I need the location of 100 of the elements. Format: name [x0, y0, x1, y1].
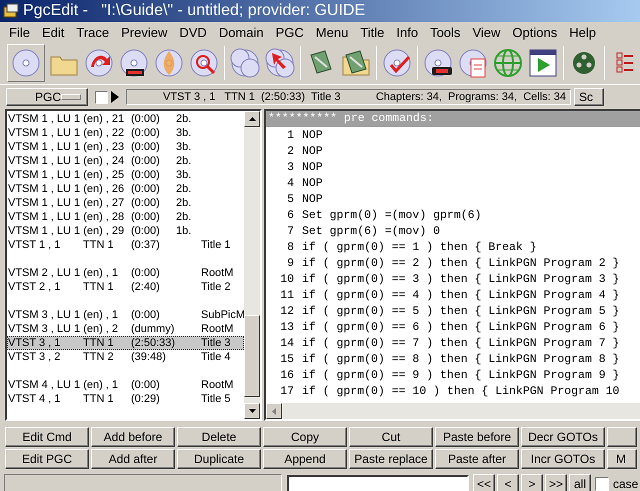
magnifier-icon[interactable]: [188, 47, 220, 79]
pgc-domain-button[interactable]: PGC: [6, 88, 88, 106]
line-number: 4: [286, 176, 295, 190]
menu-item[interactable]: DVD: [173, 24, 213, 40]
command-button[interactable]: Edit Cmd: [5, 427, 89, 447]
line-number: 11: [279, 288, 295, 302]
command-button[interactable]: Decr GOTOs: [521, 427, 605, 447]
toolbar-button[interactable]: Sc: [574, 88, 604, 106]
discs-icon[interactable]: [229, 47, 261, 79]
pgc-list-row[interactable]: VTSM 3 , LU 1 (en) , 2 (dummy) RootM: [7, 322, 244, 336]
command-button[interactable]: Duplicate: [177, 449, 261, 469]
play-grid-icon[interactable]: [527, 47, 559, 79]
pgc-list-row[interactable]: VTSM 2 , LU 1 (en) , 1 (0:00) RootM: [7, 266, 244, 280]
pgc-list-row[interactable]: VTSM 1 , LU 1 (en) , 25 (0:00) 3b.: [7, 168, 244, 182]
command-line[interactable]: NOP: [302, 176, 323, 190]
pgc-list-row[interactable]: VTST 2 , 1 TTN 1 (2:40) Title 2: [7, 280, 244, 294]
left-arrow-icon[interactable]: [272, 408, 276, 414]
command-button[interactable]: Edit PGC: [5, 449, 89, 469]
menu-item[interactable]: Edit: [36, 24, 70, 40]
line-number: 17: [279, 384, 295, 398]
up-arrow-icon[interactable]: [248, 117, 256, 121]
play-icon[interactable]: [111, 91, 119, 103]
command-button[interactable]: Add before: [91, 427, 175, 447]
command-line[interactable]: if ( gprm(0) == 2 ) then { LinkPGN Program 2 }: [302, 256, 620, 270]
menu-item[interactable]: PGC: [270, 24, 310, 40]
command-button[interactable]: Delete: [177, 427, 261, 447]
down-arrow-icon[interactable]: [248, 409, 256, 413]
disc-tag-icon[interactable]: [422, 47, 454, 79]
disc-document-icon[interactable]: [457, 47, 489, 79]
menu-item[interactable]: Trace: [70, 24, 116, 40]
disc-badge-icon[interactable]: [118, 47, 150, 79]
scrollbar[interactable]: [244, 111, 260, 419]
command-button[interactable]: M: [607, 449, 637, 469]
pgc-list-row[interactable]: VTSM 4 , LU 1 (en) , 1 (0:00) RootM: [7, 378, 244, 392]
command-line[interactable]: if ( gprm(0) == 9 ) then { LinkPGN Program 9 }: [302, 368, 620, 382]
menu-item[interactable]: Tools: [424, 24, 466, 40]
pgc-list-row[interactable]: VTST 1 , 1 TTN 1 (0:37) Title 1: [7, 238, 244, 252]
command-button[interactable]: Incr GOTOs: [521, 449, 605, 469]
command-line[interactable]: NOP: [302, 128, 323, 142]
nav-button[interactable]: >: [521, 474, 543, 491]
command-line[interactable]: if ( gprm(0) == 10 ) then { LinkPGN Program 10: [302, 384, 626, 398]
pgc-list-row[interactable]: VTST 4 , 1 TTN 1 (0:29) Title 5: [7, 392, 244, 406]
command-line[interactable]: Set gprm(0) =(mov) gprm(6): [302, 208, 482, 222]
nav-button[interactable]: <: [497, 474, 519, 491]
pgc-list-row[interactable]: VTSM 1 , LU 1 (en) , 28 (0:00) 2b.: [7, 210, 244, 224]
disc-check-icon[interactable]: [381, 47, 413, 79]
command-line[interactable]: if ( gprm(0) == 6 ) then { LinkPGN Program 6 }: [302, 320, 620, 334]
case-checkbox[interactable]: [595, 477, 609, 491]
command-button[interactable]: Paste after: [435, 449, 519, 469]
pgc-list-row[interactable]: VTST 3 , 2 TTN 2 (39:48) Title 4: [7, 350, 244, 364]
nav-button[interactable]: <<: [473, 474, 495, 491]
pgc-list-row[interactable]: VTSM 1 , LU 1 (en) , 21 (0:00) 2b.: [7, 112, 244, 126]
pgc-list-row[interactable]: VTSM 3 , LU 1 (en) , 1 (0:00) SubPicM: [7, 308, 244, 322]
command-line[interactable]: if ( gprm(0) == 4 ) then { LinkPGN Program 4 }: [302, 288, 620, 302]
command-line[interactable]: if ( gprm(0) == 7 ) then { LinkPGN Program 7 }: [302, 336, 620, 350]
pgc-list-row[interactable]: VTSM 1 , LU 1 (en) , 23 (0:00) 3b.: [7, 140, 244, 154]
checkbox[interactable]: [95, 90, 108, 104]
menu-item[interactable]: View: [466, 24, 506, 40]
nav-button[interactable]: >>: [545, 474, 567, 491]
scroll-thumb[interactable]: [244, 315, 260, 397]
nav-button[interactable]: all: [569, 474, 591, 491]
menu-item[interactable]: Info: [390, 24, 424, 40]
menu-item[interactable]: Domain: [212, 24, 270, 40]
line-number: 8: [286, 240, 295, 254]
current-pgc-text: VTST 3 , 1 TTN 1 (2:50:33) Title 3: [163, 91, 340, 103]
menu-item[interactable]: File: [3, 24, 36, 40]
command-line[interactable]: NOP: [302, 144, 323, 158]
command-button[interactable]: Paste replace: [349, 449, 433, 469]
command-button[interactable]: Append: [263, 449, 347, 469]
command-line[interactable]: NOP: [302, 192, 323, 206]
command-button[interactable]: Add after: [91, 449, 175, 469]
line-number: 2: [286, 144, 295, 158]
pgc-list-row[interactable]: VTSM 1 , LU 1 (en) , 27 (0:00) 2b.: [7, 196, 244, 210]
line-number: 12: [279, 304, 295, 318]
line-number: 9: [286, 256, 295, 270]
pgc-list-row[interactable]: VTSM 1 , LU 1 (en) , 26 (0:00) 2b.: [7, 182, 244, 196]
window-title: PgcEdit - "I:\Guide\" - untitled; provider: GUIDE: [23, 2, 366, 20]
menu-item[interactable]: Options: [506, 24, 564, 40]
search-field[interactable]: [287, 475, 469, 491]
command-button[interactable]: Cut: [349, 427, 433, 447]
command-button[interactable]: [607, 427, 637, 447]
command-line[interactable]: if ( gprm(0) == 1 ) then { Break }: [302, 240, 537, 254]
menu-item[interactable]: Title: [354, 24, 390, 40]
command-line[interactable]: if ( gprm(0) == 5 ) then { LinkPGN Program 5 }: [302, 304, 620, 318]
menu-item[interactable]: Preview: [115, 24, 174, 40]
command-line[interactable]: Set gprm(6) =(mov) 0: [302, 224, 440, 238]
counts-text: Chapters: 34, Programs: 34, Cells: 34: [376, 91, 566, 103]
command-button[interactable]: Copy: [263, 427, 347, 447]
command-line[interactable]: if ( gprm(0) == 3 ) then { LinkPGN Program 3 }: [302, 272, 620, 286]
pgc-list-row[interactable]: VTST 3 , 1 TTN 1 (2:50:33) Title 3: [7, 336, 244, 350]
menu-item[interactable]: Menu: [310, 24, 354, 40]
pgc-list-row[interactable]: VTSM 1 , LU 1 (en) , 22 (0:00) 3b.: [7, 126, 244, 140]
command-line[interactable]: if ( gprm(0) == 8 ) then { LinkPGN Program 8 }: [302, 352, 620, 366]
pgc-list-row[interactable]: VTSM 1 , LU 1 (en) , 29 (0:00) 1b.: [7, 224, 244, 238]
line-number: 16: [279, 368, 295, 382]
command-button[interactable]: Paste before: [435, 427, 519, 447]
pgc-list-row[interactable]: VTSM 1 , LU 1 (en) , 24 (0:00) 2b.: [7, 154, 244, 168]
menu-item[interactable]: Help: [563, 24, 602, 40]
command-line[interactable]: NOP: [302, 160, 323, 174]
horizontal-scrollbar[interactable]: [266, 403, 640, 419]
